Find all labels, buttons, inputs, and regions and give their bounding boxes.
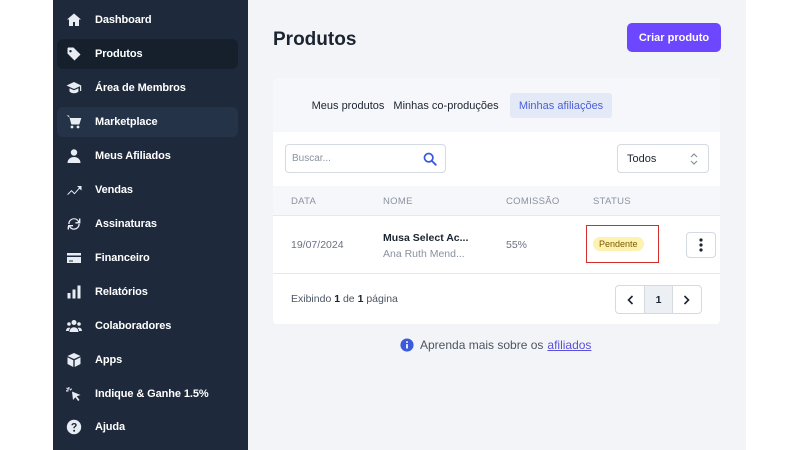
sidebar: Dashboard Produtos Área de Membros Marke… bbox=[53, 0, 248, 450]
user-icon bbox=[65, 147, 83, 165]
info-icon bbox=[400, 338, 414, 352]
tab-meus-produtos[interactable]: Meus produtos bbox=[294, 93, 402, 118]
sidebar-item-label: Dashboard bbox=[95, 14, 152, 26]
sidebar-item-produtos[interactable]: Produtos bbox=[57, 39, 238, 69]
next-page-button[interactable] bbox=[673, 286, 701, 313]
page-title: Produtos bbox=[273, 29, 357, 50]
sidebar-item-colaboradores[interactable]: Colaboradores bbox=[57, 311, 238, 341]
sidebar-item-label: Indique & Ganhe 1.5% bbox=[95, 388, 209, 400]
refresh-icon bbox=[65, 215, 83, 233]
chevron-right-icon bbox=[684, 294, 690, 305]
column-header-nome: NOME bbox=[383, 196, 413, 207]
sidebar-item-label: Produtos bbox=[95, 48, 143, 60]
sidebar-item-ajuda[interactable]: Ajuda bbox=[57, 412, 238, 442]
bar-chart-icon bbox=[65, 283, 83, 301]
more-vertical-icon bbox=[699, 238, 703, 252]
search-field bbox=[285, 144, 446, 173]
products-card: Meus produtos Minhas co-produções Minhas… bbox=[273, 78, 720, 324]
tag-icon bbox=[65, 45, 83, 63]
sidebar-item-label: Ajuda bbox=[95, 421, 126, 433]
tabs-bar: Meus produtos Minhas co-produções Minhas… bbox=[273, 78, 720, 132]
pagination-summary: Exibindo 1 de 1 página bbox=[291, 293, 398, 305]
sidebar-item-label: Marketplace bbox=[95, 116, 158, 128]
sidebar-item-label: Área de Membros bbox=[95, 82, 186, 94]
sidebar-item-meus-afiliados[interactable]: Meus Afiliados bbox=[57, 141, 238, 171]
sidebar-item-marketplace[interactable]: Marketplace bbox=[57, 107, 238, 137]
help-circle-icon bbox=[65, 418, 83, 436]
column-header-status: STATUS bbox=[593, 196, 631, 207]
pointer-click-icon bbox=[65, 385, 83, 403]
chevron-up-down-icon bbox=[690, 153, 698, 165]
tab-minhas-coproducoes[interactable]: Minhas co-produções bbox=[390, 93, 502, 118]
pagination-total: 1 bbox=[357, 293, 364, 305]
row-product-name[interactable]: Musa Select Ac... bbox=[383, 232, 468, 244]
app-window: Dashboard Produtos Área de Membros Marke… bbox=[0, 0, 800, 450]
info-text: Aprenda mais sobre os bbox=[420, 338, 544, 352]
status-badge: Pendente bbox=[593, 237, 644, 251]
sidebar-item-label: Colaboradores bbox=[95, 320, 172, 332]
sidebar-item-financeiro[interactable]: Financeiro bbox=[57, 243, 238, 273]
row-actions-button[interactable] bbox=[686, 232, 716, 258]
pagination-current: 1 bbox=[334, 293, 341, 305]
sidebar-item-vendas[interactable]: Vendas bbox=[57, 175, 238, 205]
column-header-data: DATA bbox=[291, 196, 317, 207]
page-1-button[interactable]: 1 bbox=[644, 286, 673, 313]
tab-minhas-afiliacoes[interactable]: Minhas afiliações bbox=[510, 93, 612, 118]
pagination-suffix: página bbox=[366, 293, 398, 305]
sidebar-item-label: Financeiro bbox=[95, 252, 150, 264]
row-owner-name: Ana Ruth Mend... bbox=[383, 248, 465, 260]
table-header: DATA NOME COMISSÃO STATUS bbox=[273, 186, 720, 216]
sidebar-item-label: Apps bbox=[95, 354, 123, 366]
sidebar-item-assinaturas[interactable]: Assinaturas bbox=[57, 209, 238, 239]
credit-card-icon bbox=[65, 249, 83, 267]
sidebar-item-dashboard[interactable]: Dashboard bbox=[57, 5, 238, 35]
pagination-prefix: Exibindo bbox=[291, 293, 332, 305]
search-input[interactable] bbox=[292, 153, 422, 164]
main-content: Produtos Criar produto Meus produtos Min… bbox=[248, 0, 746, 450]
home-icon bbox=[65, 11, 83, 29]
info-line: Aprenda mais sobre os afiliados bbox=[400, 338, 591, 352]
cart-icon bbox=[65, 113, 83, 131]
sidebar-item-indique-ganhe[interactable]: Indique & Ganhe 1.5% bbox=[57, 379, 238, 409]
create-product-button[interactable]: Criar produto bbox=[627, 23, 721, 52]
select-value: Todos bbox=[627, 152, 657, 165]
column-header-comissao: COMISSÃO bbox=[506, 196, 560, 207]
affiliates-link[interactable]: afiliados bbox=[547, 338, 591, 352]
sidebar-item-apps[interactable]: Apps bbox=[57, 345, 238, 375]
sidebar-item-label: Vendas bbox=[95, 184, 133, 196]
graduation-cap-icon bbox=[65, 79, 83, 97]
sidebar-item-label: Meus Afiliados bbox=[95, 150, 171, 162]
pagination-middle: de bbox=[342, 293, 355, 305]
chevron-left-icon bbox=[627, 294, 633, 305]
sidebar-item-label: Relatórios bbox=[95, 286, 148, 298]
status-filter-select[interactable]: Todos bbox=[617, 144, 709, 173]
row-date: 19/07/2024 bbox=[291, 239, 344, 251]
trend-up-icon bbox=[65, 181, 83, 199]
box-icon bbox=[65, 351, 83, 369]
prev-page-button[interactable] bbox=[616, 286, 644, 313]
row-commission: 55% bbox=[506, 239, 528, 251]
search-icon[interactable] bbox=[423, 152, 437, 166]
sidebar-item-relatorios[interactable]: Relatórios bbox=[57, 277, 238, 307]
pagination-controls: 1 bbox=[615, 285, 702, 314]
users-icon bbox=[65, 317, 83, 335]
sidebar-item-label: Assinaturas bbox=[95, 218, 157, 230]
sidebar-item-area-de-membros[interactable]: Área de Membros bbox=[57, 73, 238, 103]
table-row[interactable]: 19/07/2024 Musa Select Ac... Ana Ruth Me… bbox=[273, 216, 720, 274]
